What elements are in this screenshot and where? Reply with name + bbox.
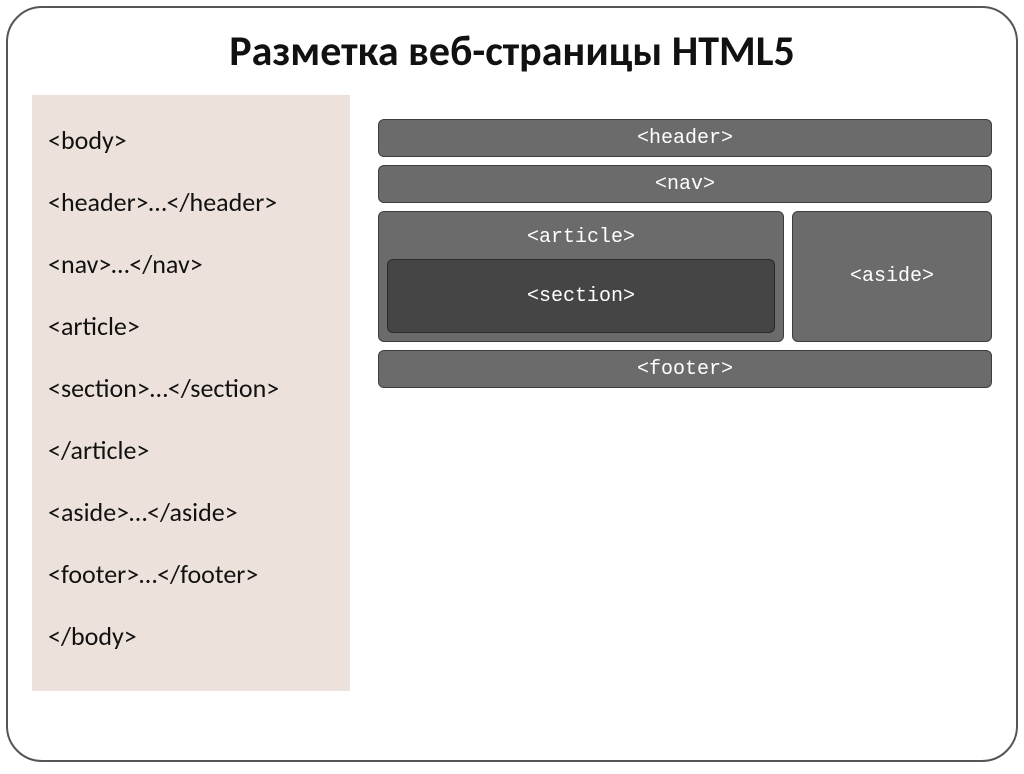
code-column: <body> <header>…</header> <nav>…</nav> <… — [32, 95, 350, 691]
content-row: <body> <header>…</header> <nav>…</nav> <… — [32, 95, 992, 691]
code-line-header: <header>…</header> — [48, 171, 334, 233]
diagram-header-box: <header> — [378, 119, 992, 157]
diagram-article-box: <article> <section> — [378, 211, 784, 342]
code-line-footer: <footer>…</footer> — [48, 543, 334, 605]
code-line-body-open: <body> — [48, 109, 334, 171]
page-title: Разметка веб-страницы HTML5 — [32, 26, 992, 77]
diagram-aside-box: <aside> — [792, 211, 992, 342]
code-line-article-close: </article> — [48, 419, 334, 481]
diagram-mid-row: <article> <section> <aside> — [378, 211, 992, 342]
code-line-article-open: <article> — [48, 295, 334, 357]
code-line-aside: <aside>…</aside> — [48, 481, 334, 543]
code-line-nav: <nav>…</nav> — [48, 233, 334, 295]
code-line-body-close: </body> — [48, 605, 334, 667]
diagram-article-label: <article> — [387, 220, 775, 259]
diagram-column: <header> <nav> <article> <section> <asid… — [378, 119, 992, 388]
slide-frame: Разметка веб-страницы HTML5 <body> <head… — [6, 6, 1018, 762]
diagram-section-box: <section> — [387, 259, 775, 333]
diagram-footer-box: <footer> — [378, 350, 992, 388]
code-line-section: <section>…</section> — [48, 357, 334, 419]
diagram-nav-box: <nav> — [378, 165, 992, 203]
